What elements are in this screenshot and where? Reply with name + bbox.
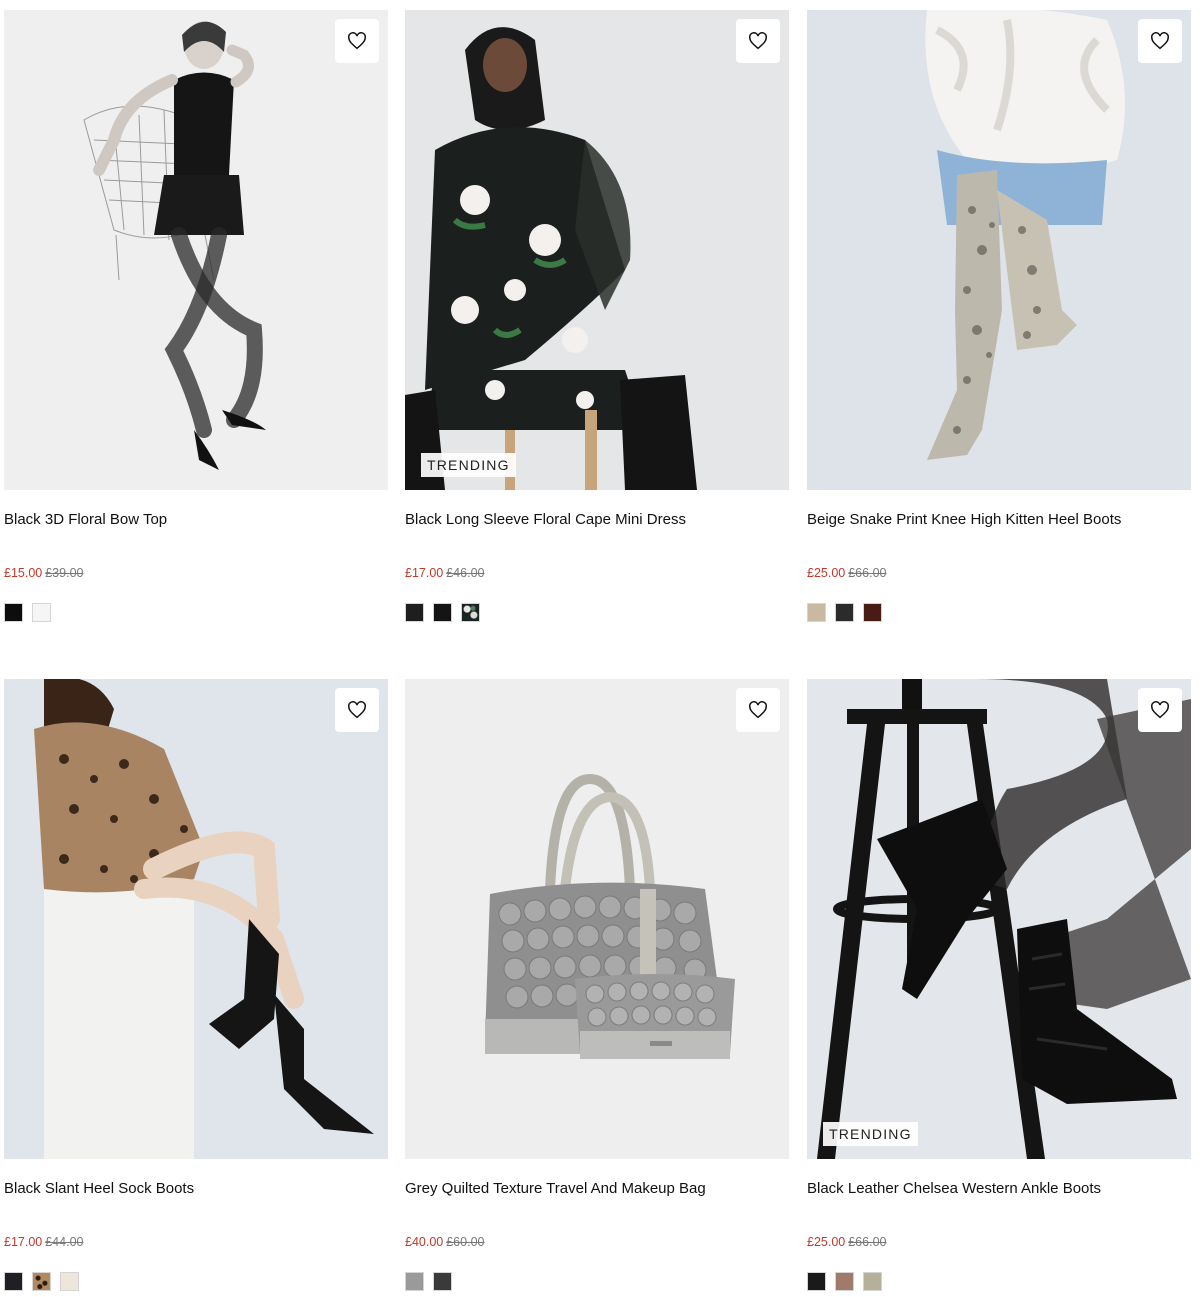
product-price: £17.00 £44.00 bbox=[4, 1234, 83, 1250]
product-title[interactable]: Black Leather Chelsea Western Ankle Boot… bbox=[807, 1179, 1191, 1199]
color-swatch-brown[interactable] bbox=[835, 1272, 854, 1291]
color-swatches bbox=[405, 1272, 452, 1291]
product-price: £17.00 £46.00 bbox=[405, 565, 484, 581]
original-price: £60.00 bbox=[446, 1235, 485, 1249]
heart-icon bbox=[749, 32, 767, 50]
sale-price: £17.00 bbox=[405, 566, 444, 580]
product-image[interactable] bbox=[4, 679, 388, 1159]
wishlist-button[interactable] bbox=[335, 688, 379, 732]
color-swatch-black[interactable] bbox=[4, 1272, 23, 1291]
product-title[interactable]: Black Long Sleeve Floral Cape Mini Dress bbox=[405, 510, 789, 530]
color-swatch-dark-grey[interactable] bbox=[405, 603, 424, 622]
heart-icon bbox=[348, 701, 366, 719]
product-card[interactable]: Grey Quilted Texture Travel And Makeup B… bbox=[405, 679, 789, 1297]
product-title[interactable]: Grey Quilted Texture Travel And Makeup B… bbox=[405, 1179, 789, 1199]
original-price: £44.00 bbox=[45, 1235, 84, 1249]
product-price: £40.00 £60.00 bbox=[405, 1234, 484, 1250]
wishlist-button[interactable] bbox=[736, 688, 780, 732]
product-card[interactable]: Black Slant Heel Sock Boots £17.00 £44.00 bbox=[4, 679, 388, 1297]
color-swatch-beige[interactable] bbox=[807, 603, 826, 622]
color-swatches bbox=[807, 603, 882, 622]
wishlist-button[interactable] bbox=[335, 19, 379, 63]
product-title[interactable]: Black Slant Heel Sock Boots bbox=[4, 1179, 388, 1199]
wishlist-button[interactable] bbox=[1138, 19, 1182, 63]
color-swatches bbox=[4, 1272, 79, 1291]
product-card[interactable]: TRENDING Black Leather Chelsea Western A… bbox=[807, 679, 1191, 1297]
wishlist-button[interactable] bbox=[736, 19, 780, 63]
color-swatch-black[interactable] bbox=[807, 1272, 826, 1291]
wishlist-button[interactable] bbox=[1138, 688, 1182, 732]
product-card[interactable]: Beige Snake Print Knee High Kitten Heel … bbox=[807, 10, 1191, 650]
color-swatch-grey[interactable] bbox=[405, 1272, 424, 1291]
color-swatch-leopard[interactable] bbox=[32, 1272, 51, 1291]
sale-price: £25.00 bbox=[807, 1235, 846, 1249]
product-price: £25.00 £66.00 bbox=[807, 1234, 886, 1250]
color-swatch-black[interactable] bbox=[4, 603, 23, 622]
original-price: £39.00 bbox=[45, 566, 84, 580]
original-price: £66.00 bbox=[848, 1235, 887, 1249]
sale-price: £40.00 bbox=[405, 1235, 444, 1249]
trending-badge: TRENDING bbox=[421, 453, 516, 477]
color-swatch-charcoal[interactable] bbox=[835, 603, 854, 622]
heart-icon bbox=[1151, 32, 1169, 50]
sale-price: £17.00 bbox=[4, 1235, 43, 1249]
sale-price: £15.00 bbox=[4, 566, 43, 580]
product-title[interactable]: Beige Snake Print Knee High Kitten Heel … bbox=[807, 510, 1191, 530]
product-image[interactable] bbox=[807, 10, 1191, 490]
original-price: £66.00 bbox=[848, 566, 887, 580]
heart-icon bbox=[1151, 701, 1169, 719]
color-swatches bbox=[807, 1272, 882, 1291]
product-image[interactable] bbox=[4, 10, 388, 490]
color-swatch-sage[interactable] bbox=[863, 1272, 882, 1291]
color-swatches bbox=[405, 603, 480, 622]
product-price: £15.00 £39.00 bbox=[4, 565, 83, 581]
color-swatch-floral[interactable] bbox=[461, 603, 480, 622]
color-swatch-cream[interactable] bbox=[60, 1272, 79, 1291]
trending-badge: TRENDING bbox=[823, 1122, 918, 1146]
color-swatch-white[interactable] bbox=[32, 603, 51, 622]
original-price: £46.00 bbox=[446, 566, 485, 580]
color-swatch-dark-grey[interactable] bbox=[433, 1272, 452, 1291]
product-price: £25.00 £66.00 bbox=[807, 565, 886, 581]
product-title[interactable]: Black 3D Floral Bow Top bbox=[4, 510, 388, 530]
color-swatches bbox=[4, 603, 51, 622]
sale-price: £25.00 bbox=[807, 566, 846, 580]
heart-icon bbox=[348, 32, 366, 50]
color-swatch-black[interactable] bbox=[433, 603, 452, 622]
product-image[interactable] bbox=[807, 679, 1191, 1159]
product-card[interactable]: TRENDING Black Long Sleeve Floral Cape M… bbox=[405, 10, 789, 650]
product-card[interactable]: Black 3D Floral Bow Top £15.00 £39.00 bbox=[4, 10, 388, 650]
heart-icon bbox=[749, 701, 767, 719]
color-swatch-burgundy[interactable] bbox=[863, 603, 882, 622]
product-image[interactable] bbox=[405, 679, 789, 1159]
product-image[interactable] bbox=[405, 10, 789, 490]
